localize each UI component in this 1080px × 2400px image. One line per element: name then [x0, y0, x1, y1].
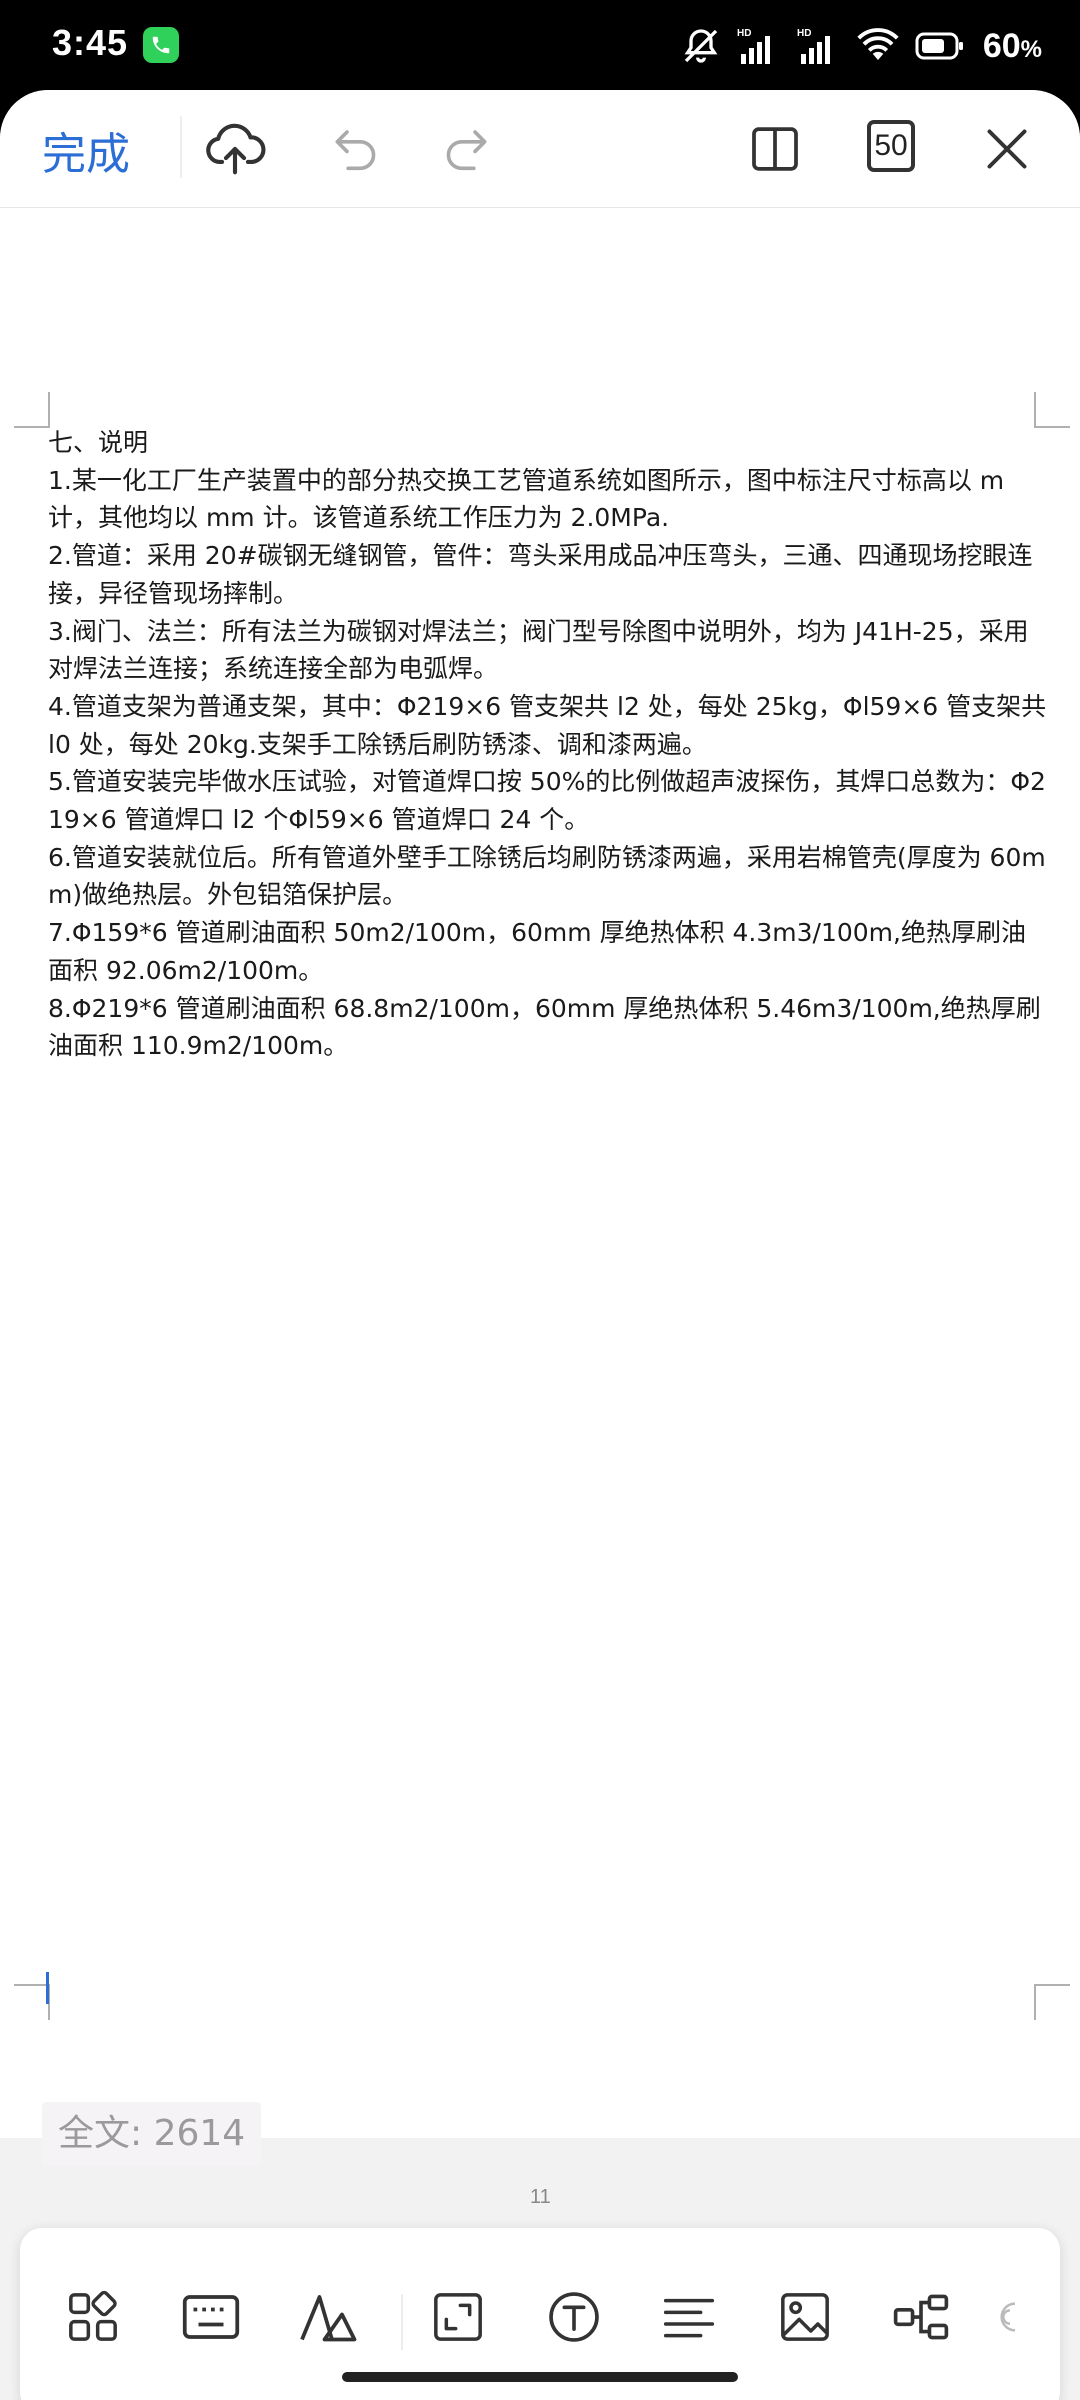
- status-bar: 3:45 HD HD 60%: [0, 0, 1080, 92]
- page-corner-marker: [1034, 392, 1070, 428]
- svg-text:HD: HD: [797, 28, 811, 39]
- home-indicator: [342, 2372, 738, 2382]
- signal-icon: HD: [737, 28, 770, 64]
- status-time: 3:45: [52, 22, 129, 63]
- redo-icon[interactable]: [438, 118, 500, 180]
- image-icon[interactable]: [766, 2278, 844, 2356]
- phone-icon: [143, 27, 179, 63]
- split-view-icon[interactable]: [744, 118, 806, 180]
- keyboard-icon[interactable]: [172, 2278, 250, 2356]
- grid-icon[interactable]: [54, 2278, 132, 2356]
- doc-paragraph: 7.Φ159*6 管道刷油面积 50m2/100m，60mm 厚绝热体积 4.3…: [48, 918, 1026, 985]
- font-style-icon[interactable]: [288, 2278, 366, 2356]
- svg-text:HD: HD: [737, 28, 751, 39]
- structure-icon[interactable]: [882, 2278, 960, 2356]
- page-corner-marker: [14, 1984, 50, 2020]
- signal-icon: HD: [797, 28, 830, 64]
- document-page[interactable]: 七、说明 1.某一化工厂生产装置中的部分热交换工艺管道系统如图所示，图中标注尺寸…: [0, 208, 1080, 2208]
- page-number: 11: [530, 2186, 551, 2208]
- text-icon[interactable]: [535, 2278, 613, 2356]
- align-left-icon[interactable]: [650, 2278, 728, 2356]
- doc-heading: 七、说明: [48, 428, 149, 457]
- done-button[interactable]: 完成: [42, 118, 130, 182]
- word-count-badge[interactable]: 全文: 2614: [42, 2102, 262, 2166]
- top-toolbar: 完成 50: [0, 90, 1080, 208]
- toolbar-divider: [180, 116, 182, 178]
- doc-paragraph: 1.某一化工厂生产装置中的部分热交换工艺管道系统如图所示，图中标注尺寸标高以 m…: [48, 465, 1005, 533]
- wifi-icon: [857, 28, 899, 60]
- text-cursor: [46, 1972, 49, 2004]
- toolbar-divider: [401, 2294, 403, 2350]
- doc-paragraph: 5.管道安装完毕做水压试验，对管道焊口按 50%的比例做超声波探伤，其焊口总数为…: [48, 767, 1046, 835]
- battery-icon: [915, 32, 963, 60]
- doc-paragraph: 3.阀门、法兰：所有法兰为碳钢对焊法兰；阀门型号除图中说明外，均为 J41H-2…: [48, 616, 1029, 684]
- zoom-icon[interactable]: 50: [867, 120, 915, 172]
- fit-screen-icon[interactable]: [419, 2278, 497, 2356]
- doc-paragraph: 8.Φ219*6 管道刷油面积 68.8m2/100m，60mm 厚绝热体积 5…: [48, 993, 1041, 1061]
- document-text[interactable]: 七、说明 1.某一化工厂生产装置中的部分热交换工艺管道系统如图所示，图中标注尺寸…: [48, 424, 1048, 1065]
- silent-icon: [684, 29, 718, 63]
- page-corner-marker: [14, 392, 50, 428]
- doc-paragraph: 2.管道：采用 20#碳钢无缝钢管，管件：弯头采用成品冲压弯头，三通、四通现场挖…: [48, 541, 1033, 608]
- cloud-upload-icon[interactable]: [204, 118, 266, 180]
- status-right: HD HD 60%: [681, 22, 1042, 70]
- battery-percent: 60%: [982, 26, 1042, 65]
- close-icon[interactable]: [976, 118, 1038, 180]
- more-icon[interactable]: [990, 2278, 1030, 2356]
- document-editor: 完成 50 七、说明 1.某一化工厂生产装置中的部分热交换工艺管道系统如图所示，…: [0, 90, 1080, 2400]
- doc-paragraph: 4.管道支架为普通支架，其中：Φ219×6 管支架共 l2 处，每处 25kg，…: [48, 691, 1047, 759]
- doc-paragraph: 6.管道安装就位后。所有管道外壁手工除锈后均刷防锈漆两遍，采用岩棉管壳(厚度为 …: [48, 842, 1046, 910]
- undo-icon[interactable]: [322, 118, 384, 180]
- page-corner-marker: [1034, 1984, 1070, 2020]
